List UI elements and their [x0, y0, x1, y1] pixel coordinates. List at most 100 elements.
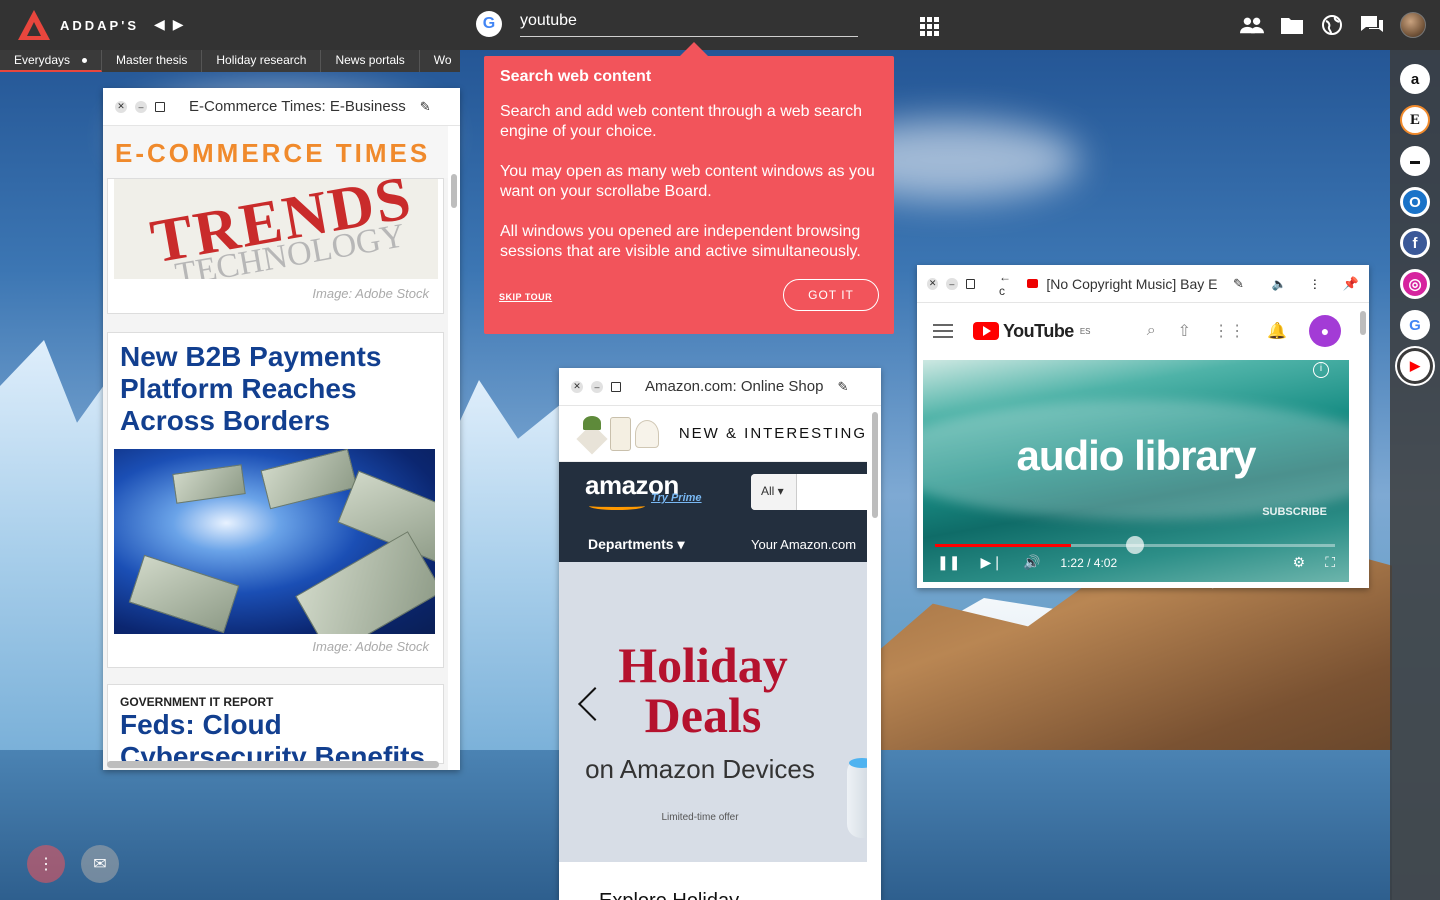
- rail-youtube-icon[interactable]: ▶: [1400, 351, 1430, 381]
- article-kicker: GOVERNMENT IT REPORT: [120, 695, 274, 709]
- close-icon[interactable]: ✕: [927, 277, 939, 290]
- edit-pencil-icon[interactable]: ✎: [1233, 276, 1244, 292]
- your-amazon-link[interactable]: Your Amazon.com: [751, 537, 856, 552]
- window-header: ✕ – Amazon.com: Online Shop ✎: [559, 368, 881, 406]
- amazon-search-input[interactable]: All ▾: [751, 474, 867, 510]
- tour-paragraph: All windows you opened are independent b…: [500, 223, 861, 260]
- more-options-button[interactable]: ⋮: [27, 845, 65, 883]
- rail-news-icon[interactable]: ▬: [1400, 146, 1430, 176]
- ecommerce-content: E-COMMERCE TIMES TRENDS TECHNOLOGY Image…: [103, 126, 448, 770]
- vertical-scrollbar[interactable]: [872, 412, 878, 518]
- apps-icon[interactable]: ⋮⋮: [1213, 321, 1245, 341]
- amazon-smile-icon: [589, 502, 645, 510]
- minimize-icon[interactable]: –: [591, 380, 603, 393]
- article-card[interactable]: New B2B Payments Platform Reaches Across…: [107, 332, 444, 668]
- upload-icon[interactable]: ⇧: [1178, 321, 1191, 341]
- horizontal-scrollbar[interactable]: [107, 761, 439, 768]
- app-logo[interactable]: ADDAP'S: [18, 10, 139, 40]
- forward-arrow-icon[interactable]: ▶: [173, 16, 184, 33]
- promo-text: NEW & INTERESTING: [678, 425, 867, 442]
- mail-button[interactable]: ✉: [81, 845, 119, 883]
- trends-image: TRENDS TECHNOLOGY: [114, 179, 438, 279]
- user-avatar[interactable]: [1400, 12, 1426, 38]
- maximize-icon[interactable]: [611, 381, 621, 392]
- back-arrow-icon[interactable]: ◀: [154, 16, 165, 33]
- maximize-icon[interactable]: [965, 278, 976, 289]
- article-card[interactable]: TRENDS TECHNOLOGY Image: Adobe Stock: [107, 178, 444, 314]
- rail-google-icon[interactable]: G: [1400, 310, 1430, 340]
- info-icon[interactable]: i: [1313, 362, 1329, 378]
- window-title: Amazon.com: Online Shop: [645, 378, 824, 395]
- pause-icon[interactable]: ❚❚: [937, 554, 960, 571]
- try-prime-link[interactable]: Try Prime: [651, 492, 702, 504]
- tab-everydays[interactable]: Everydays: [0, 50, 103, 72]
- youtube-logo[interactable]: YouTube ES: [973, 321, 1091, 342]
- window-amazon: ✕ – Amazon.com: Online Shop ✎ NEW & INTE…: [559, 368, 881, 900]
- maximize-icon[interactable]: [155, 101, 165, 112]
- pin-icon[interactable]: 📌: [1343, 276, 1359, 292]
- article-card[interactable]: GOVERNMENT IT REPORT Feds: Cloud Cyberse…: [107, 684, 444, 764]
- edit-pencil-icon[interactable]: ✎: [837, 379, 848, 395]
- plant-product-icon: [577, 414, 604, 454]
- site-brand[interactable]: E-COMMERCE TIMES: [103, 126, 448, 178]
- web-search-input[interactable]: [520, 10, 858, 37]
- edit-pencil-icon[interactable]: ✎: [420, 99, 431, 115]
- apps-grid-icon[interactable]: [920, 17, 939, 36]
- close-icon[interactable]: ✕: [571, 380, 583, 393]
- carousel-prev-icon[interactable]: [578, 687, 612, 721]
- google-icon[interactable]: G: [476, 10, 502, 37]
- video-title-overlay: audio library: [1016, 432, 1256, 479]
- tab-wo[interactable]: Wo: [420, 50, 460, 72]
- search-icon[interactable]: ⌕: [1147, 322, 1156, 340]
- fullscreen-icon[interactable]: ⛶: [1325, 554, 1335, 571]
- volume-icon[interactable]: 🔈: [1272, 277, 1287, 291]
- window-title: [No Copyright Music] Bay E: [1046, 275, 1218, 292]
- contacts-icon[interactable]: [1240, 13, 1264, 37]
- promo-strip[interactable]: NEW & INTERESTING: [559, 406, 867, 462]
- hero-line-1: Holiday: [618, 637, 788, 693]
- tab-holiday-research[interactable]: Holiday research: [202, 50, 322, 72]
- youtube-content: YouTube ES ⌕ ⇧ ⋮⋮ 🔔 ● i audio library SU…: [917, 303, 1357, 588]
- tab-master-thesis[interactable]: Master thesis: [102, 50, 203, 72]
- hero-banner[interactable]: Holiday Deals on Amazon Devices Limited-…: [559, 562, 867, 862]
- close-icon[interactable]: ✕: [115, 100, 127, 113]
- rail-outlook-icon[interactable]: O: [1400, 187, 1430, 217]
- rail-facebook-icon[interactable]: f: [1400, 228, 1430, 258]
- hero-line-2: Deals: [644, 687, 762, 743]
- tab-news-portals[interactable]: News portals: [321, 50, 420, 72]
- logo-text: ADDAP'S: [60, 17, 139, 33]
- more-vertical-icon[interactable]: ⋮: [1309, 277, 1321, 291]
- bell-icon[interactable]: 🔔: [1267, 321, 1287, 341]
- vertical-scrollbar[interactable]: [451, 174, 457, 208]
- back-reload-icon[interactable]: ← c: [999, 270, 1019, 298]
- vertical-scrollbar[interactable]: [1360, 311, 1366, 335]
- skip-tour-link[interactable]: SKIP TOUR: [499, 292, 552, 302]
- logo-mark-icon: [18, 10, 50, 40]
- got-it-button[interactable]: GOT IT: [783, 279, 879, 311]
- departments-menu[interactable]: Departments ▾: [588, 536, 685, 553]
- money-tunnel-image: [114, 449, 435, 634]
- next-icon[interactable]: ▶❘: [980, 554, 1003, 571]
- progress-bar[interactable]: [935, 536, 1335, 554]
- subscribe-watermark[interactable]: SUBSCRIBE: [1262, 506, 1327, 518]
- menu-icon[interactable]: [933, 324, 953, 338]
- player-controls: ❚❚ ▶❘ 🔊 1:22 / 4:02 ⚙ ⛶: [937, 554, 1335, 571]
- yt-user-avatar[interactable]: ●: [1309, 315, 1341, 347]
- article-headline[interactable]: Feds: Cloud Cybersecurity Benefits: [120, 709, 443, 763]
- minimize-icon[interactable]: –: [946, 277, 958, 290]
- hero-headline: Holiday Deals: [613, 640, 793, 740]
- tab-label: Everydays: [14, 53, 71, 67]
- settings-gear-icon[interactable]: ⚙: [1293, 554, 1306, 571]
- category-select[interactable]: All ▾: [751, 474, 797, 510]
- globe-icon[interactable]: [1320, 13, 1344, 37]
- rail-instagram-icon[interactable]: ◎: [1400, 269, 1430, 299]
- rail-ecommerce-icon[interactable]: E: [1400, 105, 1430, 135]
- minimize-icon[interactable]: –: [135, 100, 147, 113]
- folder-icon[interactable]: [1280, 13, 1304, 37]
- rail-amazon-icon[interactable]: a: [1400, 64, 1430, 94]
- volume-icon[interactable]: 🔊: [1023, 554, 1040, 571]
- video-player[interactable]: i audio library SUBSCRIBE ❚❚ ▶❘ 🔊 1:22 /…: [923, 360, 1349, 582]
- chat-icon[interactable]: [1360, 13, 1384, 37]
- progress-knob[interactable]: [1126, 536, 1144, 554]
- article-headline[interactable]: New B2B Payments Platform Reaches Across…: [120, 341, 420, 437]
